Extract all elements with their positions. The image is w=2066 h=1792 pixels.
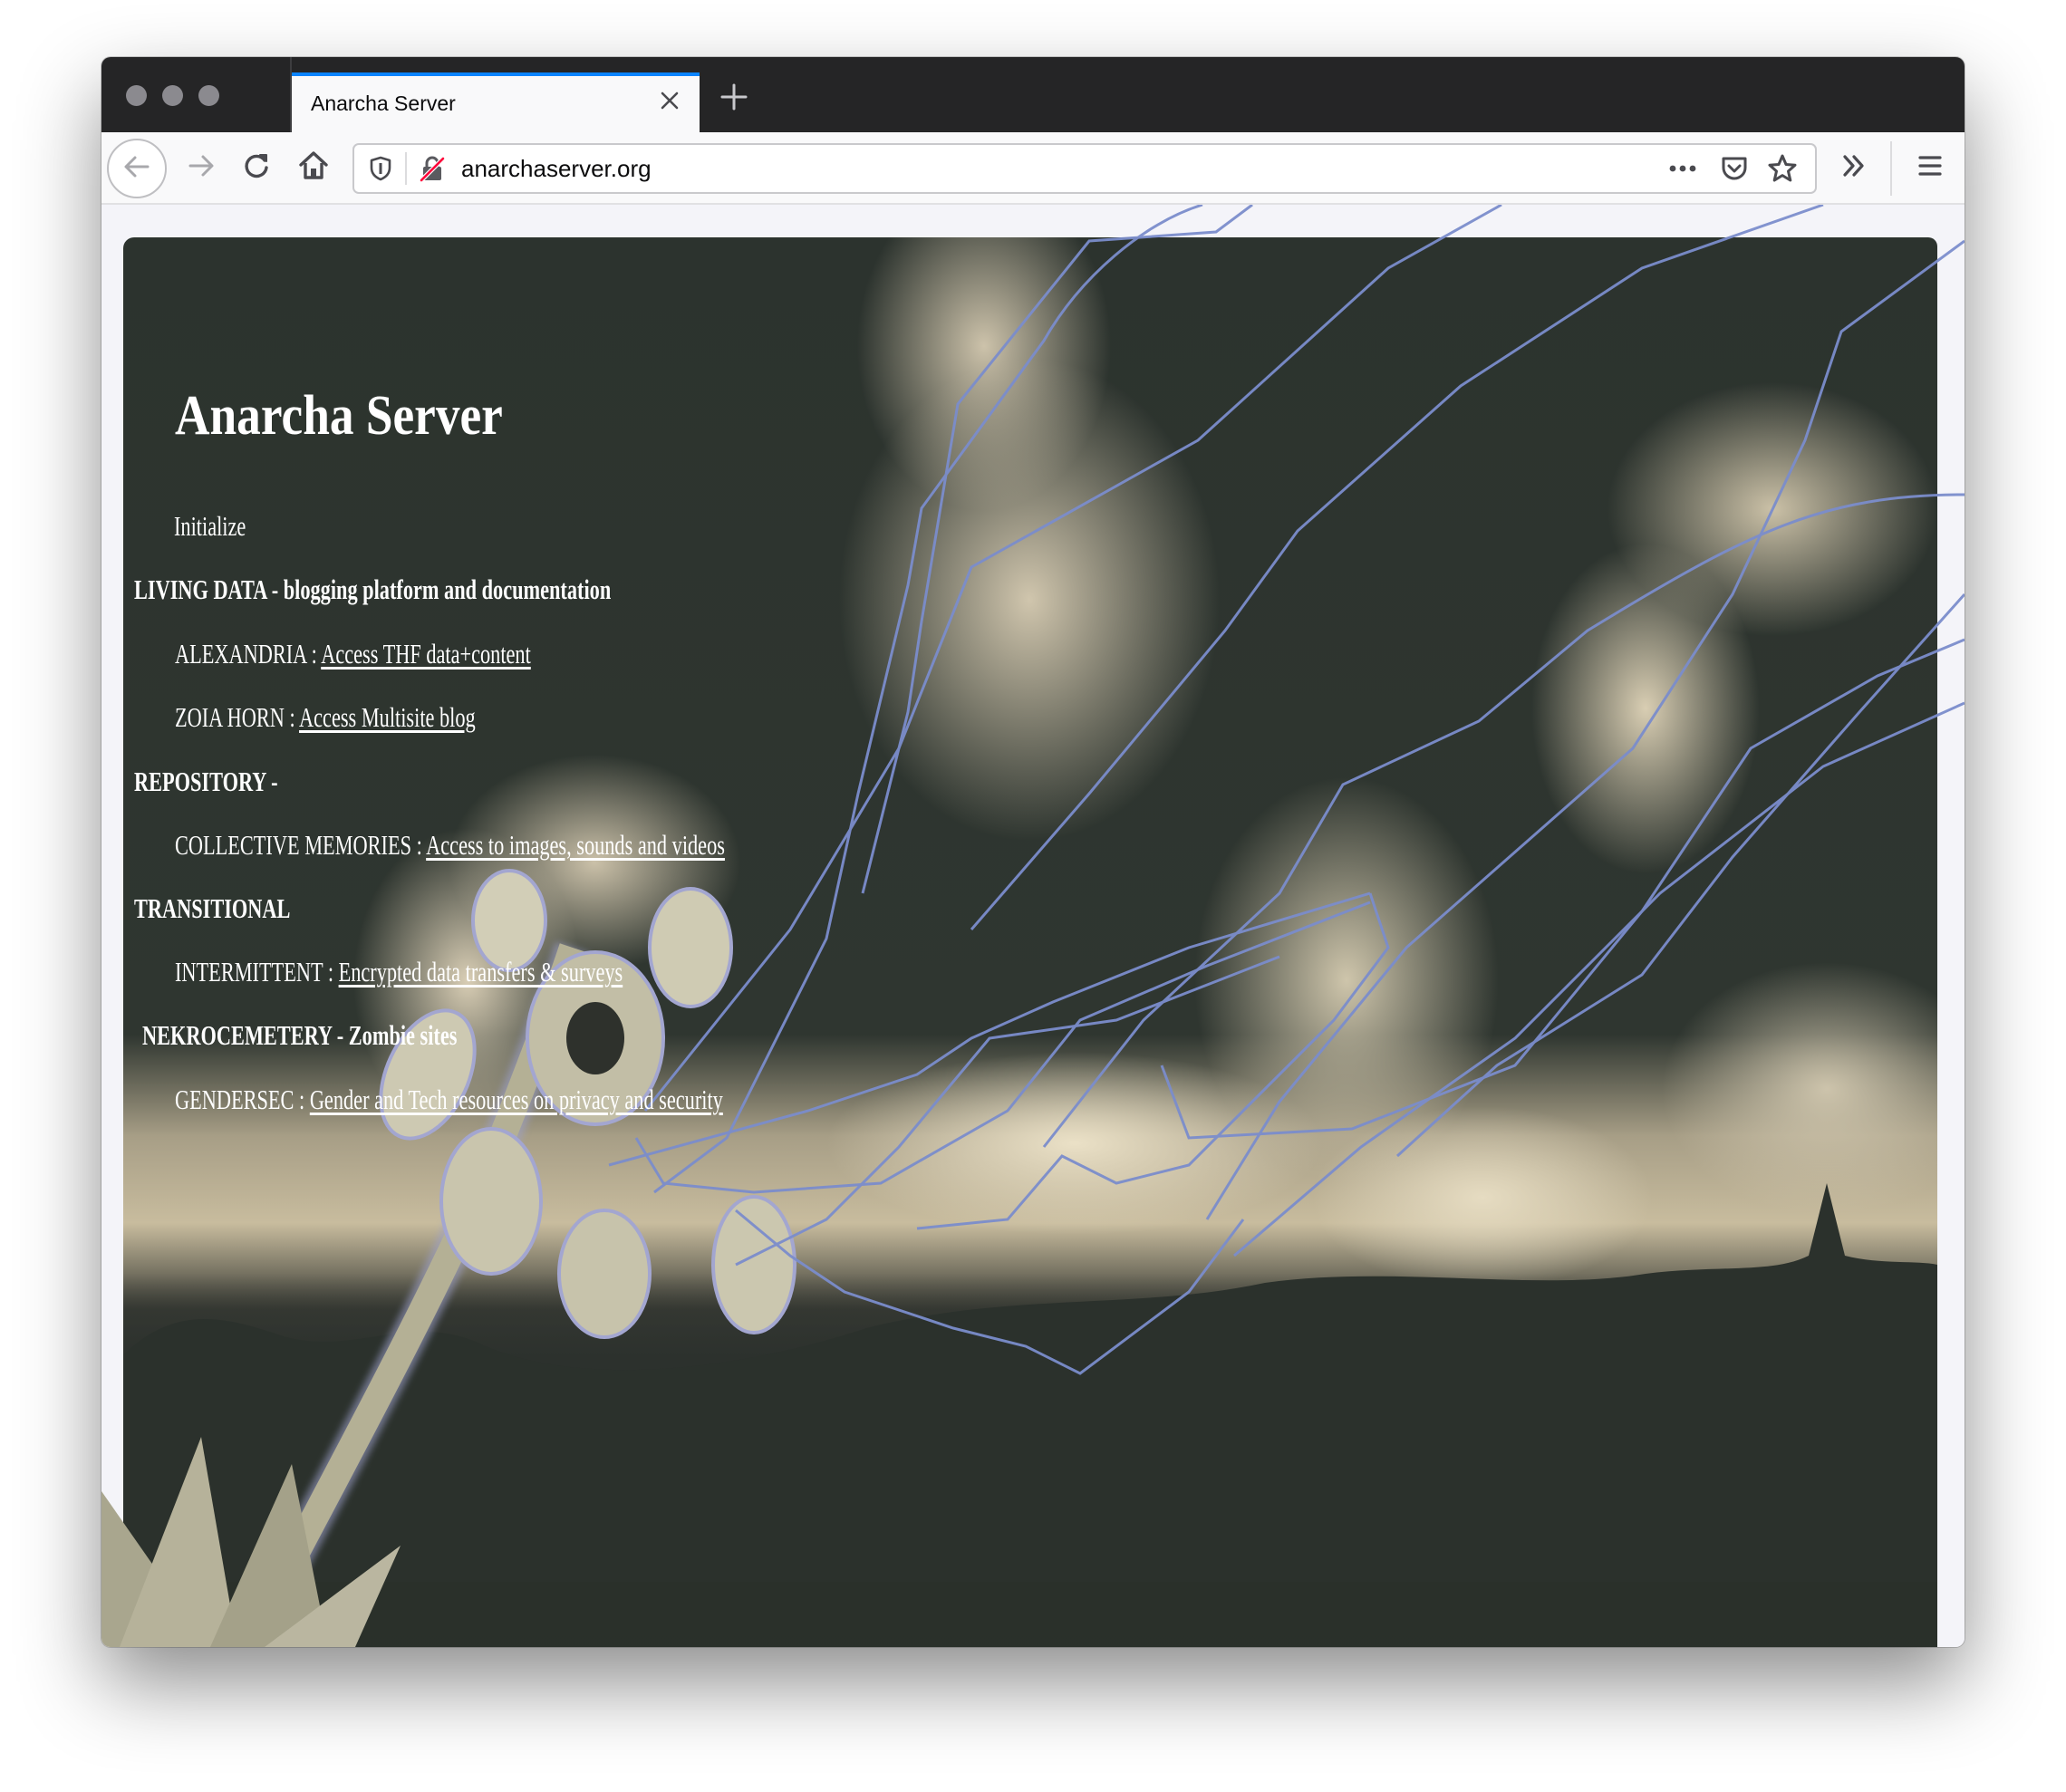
list-item-alexandria: ALEXANDRIA : Access THF data+content <box>175 638 531 670</box>
section-heading-nekrocemetery: NEKROCEMETERY - Zombie sites <box>142 1019 458 1051</box>
list-item-collective-memories: COLLECTIVE MEMORIES : Access to images, … <box>175 829 725 862</box>
link-access-media[interactable]: Access to images, sounds and videos <box>426 829 725 861</box>
item-label: ZOIA HORN : <box>175 701 300 733</box>
toolbar-divider <box>1890 141 1892 196</box>
double-chevron-right-icon <box>1838 149 1870 187</box>
close-window-button[interactable] <box>126 85 147 106</box>
ellipsis-icon[interactable] <box>1665 155 1701 182</box>
url-text[interactable]: anarchaserver.org <box>461 155 652 183</box>
background-photo-treeline <box>123 1183 1937 1647</box>
page-title: Anarcha Server <box>175 385 503 447</box>
url-bar[interactable]: anarchaserver.org <box>352 143 1817 194</box>
link-access-multisite-blog[interactable]: Access Multisite blog <box>299 701 476 733</box>
shield-icon[interactable] <box>367 155 394 182</box>
url-divider <box>405 152 407 185</box>
arrow-right-icon <box>185 149 217 187</box>
navigation-toolbar: anarchaserver.org <box>101 132 1965 205</box>
tab-strip: Anarcha Server <box>101 57 1965 132</box>
pocket-icon[interactable] <box>1719 153 1750 184</box>
star-icon[interactable] <box>1766 152 1799 185</box>
list-item-intermittent: INTERMITTENT : Encrypted data transfers … <box>175 956 623 988</box>
arrow-left-icon <box>121 150 153 188</box>
reload-icon <box>240 149 273 187</box>
overflow-button[interactable] <box>1829 142 1879 193</box>
new-tab-icon[interactable] <box>716 79 752 115</box>
tab-anarcha-server[interactable]: Anarcha Server <box>292 72 700 132</box>
lock-strikethrough-icon[interactable] <box>418 154 447 183</box>
intro-initialize: Initialize <box>174 510 246 542</box>
list-item-zoia-horn: ZOIA HORN : Access Multisite blog <box>175 701 476 734</box>
link-encrypted-transfers[interactable]: Encrypted data transfers & surveys <box>339 956 623 988</box>
browser-window: Anarcha Server anarchaserver.org Anarcha… <box>101 57 1965 1647</box>
link-gender-tech-resources[interactable]: Gender and Tech resources on privacy and… <box>310 1084 723 1115</box>
zoom-window-button[interactable] <box>198 85 219 106</box>
section-heading-living-data: LIVING DATA - blogging platform and docu… <box>134 573 612 605</box>
list-item-gendersec: GENDERSEC : Gender and Tech resources on… <box>175 1084 723 1116</box>
item-label: ALEXANDRIA : <box>175 638 322 670</box>
section-heading-transitional: TRANSITIONAL <box>134 892 291 924</box>
home-icon <box>297 149 330 187</box>
home-button[interactable] <box>288 142 339 193</box>
menu-button[interactable] <box>1905 142 1955 193</box>
page-content: Anarcha Server Initialize LIVING DATA - … <box>101 205 1965 1647</box>
item-label: GENDERSEC : <box>175 1084 310 1115</box>
item-label: INTERMITTENT : <box>175 956 339 988</box>
forward-button[interactable] <box>176 142 227 193</box>
hamburger-menu-icon <box>1914 149 1946 187</box>
item-label: COLLECTIVE MEMORIES : <box>175 829 427 861</box>
minimize-window-button[interactable] <box>162 85 183 106</box>
link-access-thf-data[interactable]: Access THF data+content <box>321 638 531 670</box>
window-controls <box>126 85 219 106</box>
reload-button[interactable] <box>231 142 282 193</box>
tab-title: Anarcha Server <box>311 92 456 115</box>
close-tab-icon[interactable] <box>656 87 683 114</box>
back-button[interactable] <box>107 139 167 198</box>
section-heading-repository: REPOSITORY - <box>134 766 278 797</box>
